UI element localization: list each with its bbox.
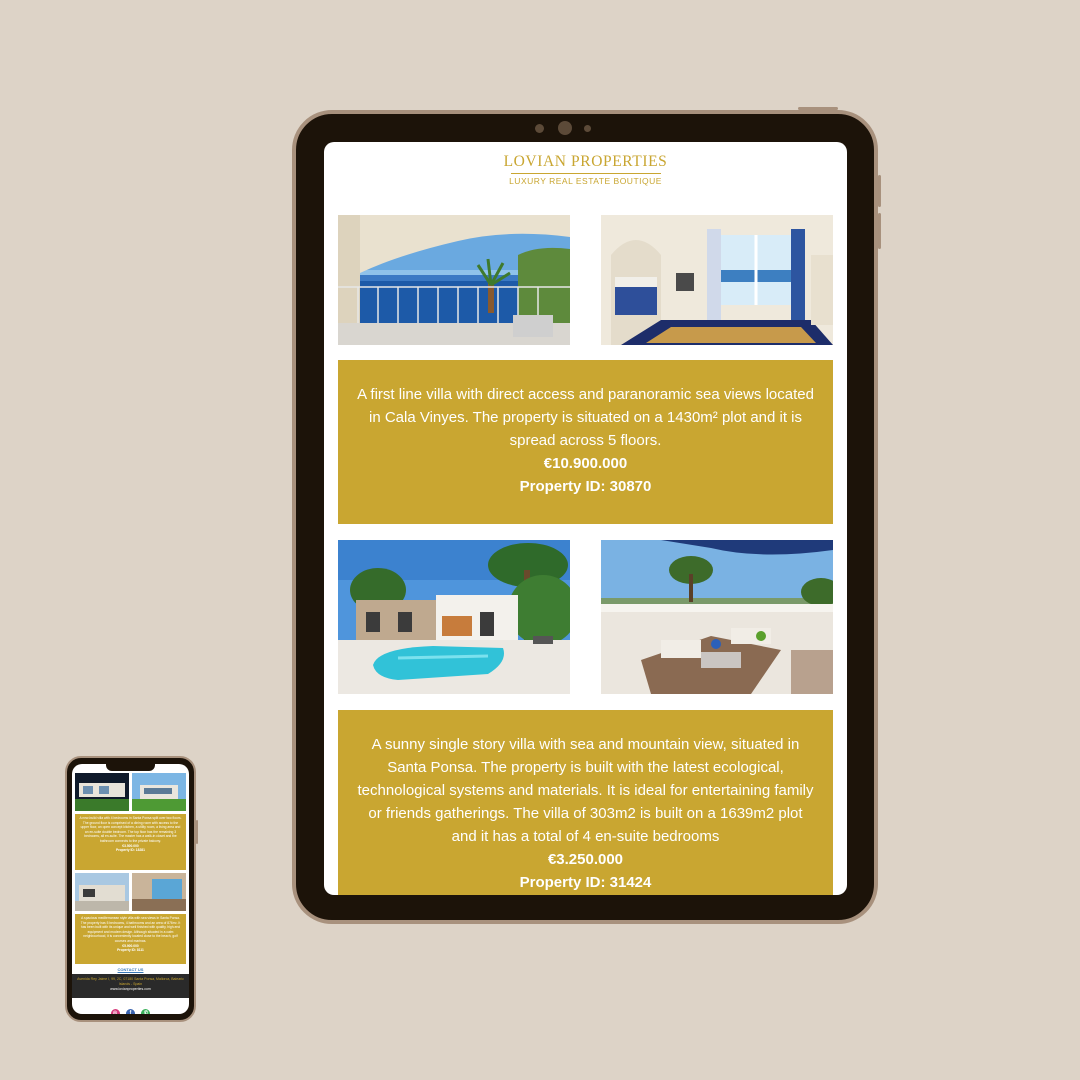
tablet-device: LOVIAN PROPERTIES LUXURY REAL ESTATE BOU…: [292, 110, 878, 924]
tablet-volume-up: [878, 175, 881, 207]
sea-view-terrace-photo[interactable]: [338, 215, 570, 345]
mobile-listing-property-id: Property ID: 8111: [117, 948, 144, 953]
listing-property-id: Property ID: 30870: [519, 478, 652, 495]
contact-us-link[interactable]: CONTACT US: [72, 967, 189, 972]
listing-description: A sunny single story villa with sea and …: [357, 736, 814, 845]
rooftop-terrace-photo[interactable]: [601, 540, 833, 694]
mobile-email-screen[interactable]: A new-build villa with 4 bedrooms in San…: [72, 764, 189, 1014]
listing-description: A first line villa with direct access an…: [357, 386, 814, 449]
mobile-listing-box: A spacious mediterranean style villa wit…: [75, 914, 186, 964]
phone-notch: [106, 764, 155, 771]
tablet-camera-right: [584, 125, 591, 132]
listing-price: €10.900.000: [543, 455, 628, 472]
mobile-listing-property-id: Property ID: 18281: [116, 848, 145, 853]
brand-logo[interactable]: LOVIAN PROPERTIES LUXURY REAL ESTATE BOU…: [324, 153, 847, 187]
listing-price: €3.250.000: [547, 851, 624, 868]
tablet-top-button: [798, 107, 838, 110]
bedroom-photo[interactable]: [601, 215, 833, 345]
brand-name: LOVIAN PROPERTIES: [503, 153, 668, 170]
mobile-listing-description: A spacious mediterranean style villa wit…: [80, 916, 181, 943]
instagram-icon[interactable]: ◎: [110, 1009, 120, 1014]
listing-description-box: A first line villa with direct access an…: [338, 360, 833, 524]
tablet-volume-down: [878, 213, 881, 249]
phone-device: A new-build villa with 4 bedrooms in San…: [65, 756, 196, 1022]
mobile-footer: Avenida Rey Jaime I, 99, 2C, 07180 Santa…: [72, 974, 189, 998]
mobile-garden-photo[interactable]: [132, 773, 186, 811]
social-icons-row: ◎ f ✆: [72, 1001, 189, 1014]
email-screen[interactable]: LOVIAN PROPERTIES LUXURY REAL ESTATE BOU…: [324, 142, 847, 895]
footer-address: Avenida Rey Jaime I, 99, 2C, 07180 Santa…: [77, 977, 184, 986]
tablet-camera-main: [558, 121, 572, 135]
mobile-modern-villa-photo[interactable]: [75, 873, 129, 911]
phone-side-button: [196, 820, 198, 844]
logo-divider: [510, 173, 661, 174]
mobile-villa-photo[interactable]: [75, 773, 129, 811]
mobile-listing-price: €5.900.000: [122, 943, 139, 948]
mobile-courtyard-photo[interactable]: [132, 873, 186, 911]
mobile-listing-price: €3.500.000: [122, 843, 139, 848]
tablet-camera-left: [535, 124, 544, 133]
footer-website-link[interactable]: www.lovianproperties.com: [72, 987, 189, 992]
brand-tagline: LUXURY REAL ESTATE BOUTIQUE: [509, 176, 662, 186]
mobile-listing-box: A new-build villa with 4 bedrooms in San…: [75, 814, 186, 870]
listing-property-id: Property ID: 31424: [519, 874, 652, 891]
whatsapp-icon[interactable]: ✆: [141, 1009, 151, 1014]
facebook-icon[interactable]: f: [126, 1009, 135, 1014]
listing-description-box: A sunny single story villa with sea and …: [338, 710, 833, 895]
mobile-listing-description: A new-build villa with 4 bedrooms in San…: [79, 816, 182, 843]
pool-villa-photo[interactable]: [338, 540, 570, 694]
